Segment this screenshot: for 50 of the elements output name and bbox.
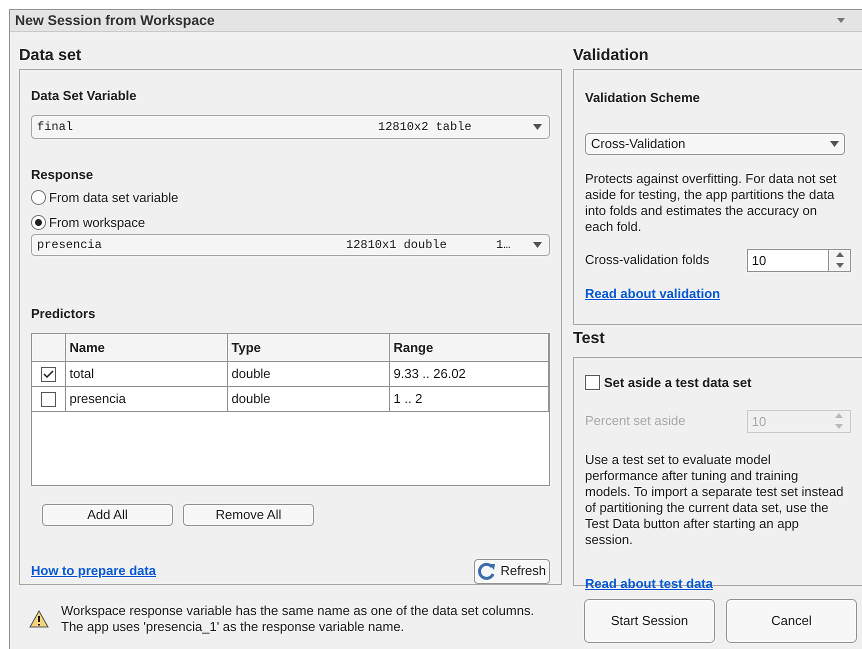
caret-icon	[830, 140, 839, 146]
remove-all-button[interactable]: Remove All	[183, 504, 314, 526]
column-header[interactable]: Name	[65, 334, 227, 362]
table-cell: double	[227, 362, 389, 386]
section-heading: Test	[573, 329, 606, 349]
field-label: Predictors	[31, 305, 96, 323]
radio-button[interactable]	[31, 190, 46, 206]
table-cell: 9.33 .. 26.02	[389, 362, 548, 386]
add-all-button[interactable]: Add All	[42, 504, 173, 526]
field-label: Percent set aside	[585, 412, 686, 430]
table-cell: 1 .. 2	[389, 386, 548, 412]
description: Use a test set to evaluate model performance after tuning and training models. To import a separate test set instead of partitioning the current data set, use the Test Data button after starting an app session.	[585, 452, 844, 548]
window-title: New Session from Workspace	[15, 11, 215, 30]
section-heading: Validation	[573, 46, 650, 66]
dropdown[interactable]: presencia 12810x1 double 1…	[31, 234, 550, 256]
start-session-button[interactable]: Start Session	[584, 599, 715, 643]
help-link[interactable]: How to prepare data	[31, 561, 156, 581]
checkbox-label: Set aside a test data set	[604, 374, 752, 392]
field-label: Response	[31, 166, 94, 184]
refresh-icon	[478, 562, 496, 580]
column-header[interactable]: Type	[227, 334, 389, 362]
table-cell: double	[227, 386, 389, 412]
radio-button[interactable]	[31, 214, 46, 230]
checkbox[interactable]	[585, 375, 600, 390]
warning-icon	[29, 610, 49, 628]
help-link[interactable]: Read about test data	[585, 574, 851, 593]
checkbox[interactable]	[40, 392, 56, 406]
radio-label: From workspace	[49, 214, 146, 232]
field-label: Data Set Variable	[31, 87, 138, 105]
field-label: Validation Scheme	[585, 89, 701, 107]
help-link[interactable]: Read about validation	[585, 286, 851, 300]
table-cell: total	[65, 362, 227, 386]
field-label: Cross-validation folds	[585, 251, 710, 270]
table-cell: presencia	[65, 386, 227, 412]
radio-label: From data set variable	[49, 189, 178, 207]
section-heading: Data set	[19, 46, 82, 66]
dropdown[interactable]: final 12810x2 table	[31, 114, 550, 138]
caret-icon	[533, 242, 542, 248]
spinner-field[interactable]: 10	[746, 248, 851, 272]
cancel-button[interactable]: Cancel	[726, 599, 857, 643]
caret-icon	[533, 124, 542, 130]
description: Protects against overfitting. For data not set aside for testing, the app partitions the data into folds and estimates the accuracy on each fold.	[585, 170, 838, 234]
down-arrow-icon[interactable]	[836, 262, 844, 268]
warning-message: Workspace response variable has the same name as one of the data set columns. The app uses 'presencia_1' as the response variable name.	[61, 603, 534, 635]
checkbox[interactable]	[40, 366, 56, 382]
column-header[interactable]: Range	[389, 334, 548, 362]
refresh-button[interactable]: Refresh	[474, 558, 550, 584]
caret-icon[interactable]	[837, 18, 845, 23]
up-arrow-icon[interactable]	[836, 252, 844, 258]
dropdown[interactable]: Cross-Validation	[585, 132, 845, 154]
